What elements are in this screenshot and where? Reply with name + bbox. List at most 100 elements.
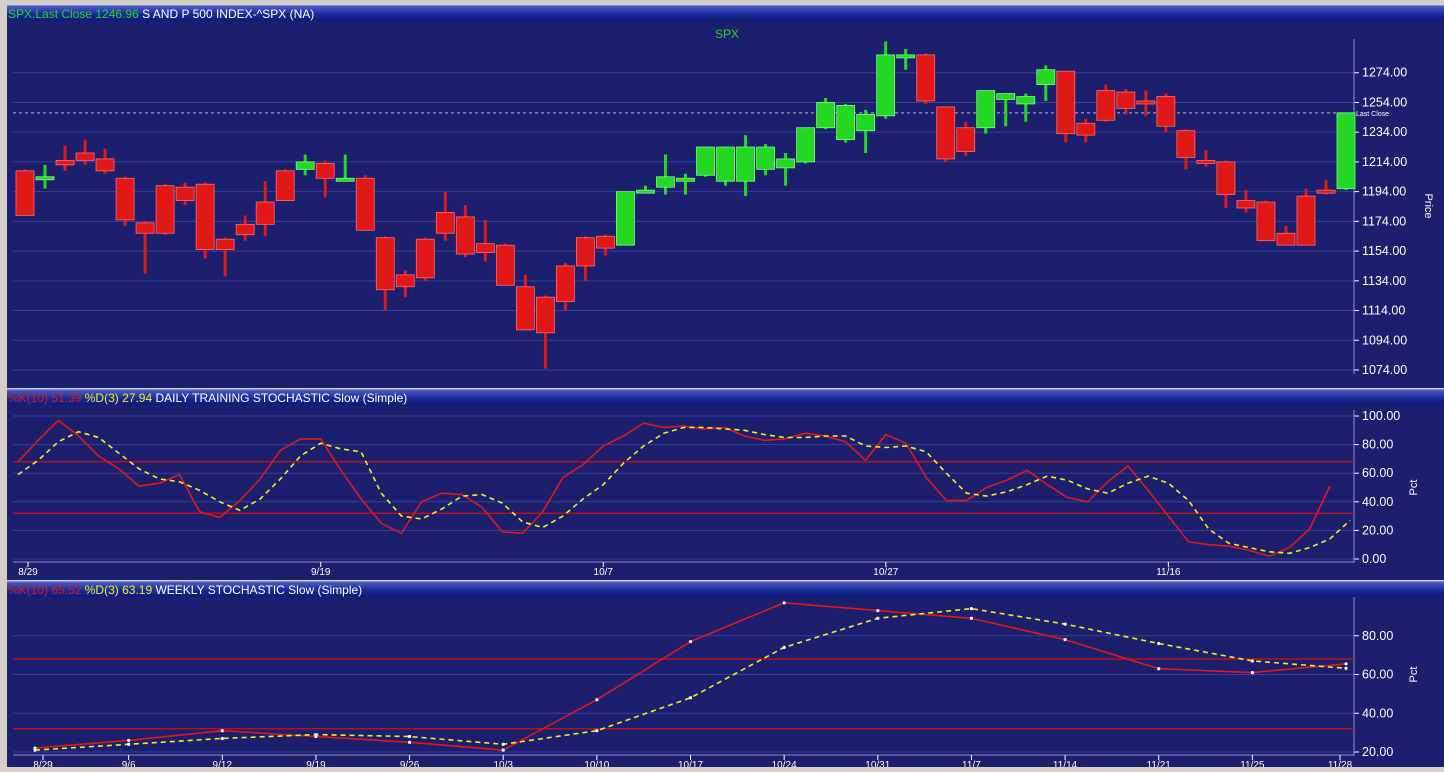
weekly-d-value: 63.19 [122, 583, 153, 597]
daily-stochastic-header: %K(10) 51.39 %D(3) 27.94 DAILY TRAINING … [7, 389, 1444, 406]
candle-body [315, 162, 335, 179]
daily-stochastic-chart[interactable]: 0.00 20.00 40.00 60.00 80.00 100.00 Pct 8/29 9/1… [7, 405, 1444, 580]
weekly-x-tick-label: 9/19 [306, 760, 326, 767]
weekly-x-tick-label: 8/29 [33, 760, 53, 767]
price-tick-label: 1174.00 [1362, 214, 1406, 228]
candle-body [956, 127, 976, 152]
daily-x-tick-label: 11/16 [1156, 567, 1181, 578]
last-close-value: 1246.96 [95, 7, 139, 21]
weekly-x-tick-label: 11/7 [962, 760, 981, 767]
candle-body [135, 222, 155, 234]
price-chart[interactable]: 1074.00 1094.00 1114.00 1134.00 1154.00 1174.… [7, 21, 1444, 388]
weekly-data-point [1063, 638, 1067, 642]
price-tick-label: 1254.00 [1362, 95, 1407, 109]
symbol-label: SPX.Last Close [8, 7, 93, 21]
candle-body [335, 177, 355, 182]
weekly-data-point [501, 748, 505, 752]
weekly-data-point [220, 729, 224, 733]
daily-tick-label: 80.00 [1362, 438, 1393, 452]
weekly-tick-label: 60.00 [1362, 668, 1393, 682]
daily-k-label: %K(10) [8, 391, 49, 405]
candle-body [656, 176, 675, 188]
price-tick-label: 1154.00 [1362, 244, 1406, 258]
price-axis-title: Price [1422, 193, 1434, 218]
candle-body [1336, 112, 1356, 190]
weekly-k-value: 65.52 [51, 583, 82, 597]
candle-body [936, 106, 956, 160]
candle-body [215, 238, 235, 251]
weekly-stochastic-pane[interactable]: 20.00 40.00 60.00 80.00 Pct 8/29 9/6 9/12 9/19 9/… [7, 591, 1444, 771]
daily-k-value: 51.39 [51, 391, 82, 405]
weekly-x-tick-label: 10/3 [493, 760, 513, 767]
candle-body [676, 177, 695, 182]
candle-body [195, 183, 215, 251]
weekly-data-point [595, 698, 599, 702]
weekly-data-point [876, 608, 880, 613]
candle-body [756, 146, 775, 170]
daily-stochastic-pane[interactable]: 0.00 20.00 40.00 60.00 80.00 100.00 Pct 8/29 9/1… [7, 405, 1444, 580]
candle-body [696, 146, 715, 176]
weekly-data-point [595, 729, 599, 733]
daily-x-tick-label: 8/29 [18, 567, 38, 578]
weekly-data-point [1157, 667, 1161, 671]
candle-body [1216, 161, 1236, 196]
candle-body [155, 185, 175, 234]
weekly-x-tick-label: 9/12 [213, 760, 233, 767]
candle-body [776, 158, 795, 169]
weekly-x-tick-label: 9/6 [122, 760, 136, 767]
weekly-stochastic-title: WEEKLY STOCHASTIC Slow (Simple) [155, 583, 363, 597]
weekly-k-label: %K(10) [8, 583, 49, 597]
candle-body [1156, 96, 1176, 127]
daily-d-line [17, 426, 1351, 555]
candle-body [836, 105, 856, 141]
candle-body [856, 113, 876, 132]
price-tick-label: 1074.00 [1362, 363, 1407, 377]
weekly-d-label: %D(3) [84, 583, 119, 597]
daily-stochastic-title: DAILY TRAINING STOCHASTIC Slow (Simple) [155, 391, 408, 405]
candle-body [876, 54, 896, 117]
daily-axis-title: Pct [1408, 480, 1420, 496]
candle-body [1176, 130, 1196, 158]
candle-body [535, 296, 555, 334]
candle-body [455, 216, 475, 255]
candle-body [415, 238, 435, 279]
candle-body [636, 189, 655, 194]
candle-body [996, 93, 1016, 100]
candle-body [596, 235, 615, 249]
candle-body [1256, 201, 1276, 242]
weekly-stochastic-chart[interactable]: 20.00 40.00 60.00 80.00 Pct 8/29 9/6 9/12 9/19 9/… [7, 591, 1444, 771]
weekly-data-point [688, 639, 693, 644]
daily-d-label: %D(3) [84, 391, 119, 405]
weekly-data-point [969, 616, 974, 620]
weekly-data-point [969, 607, 974, 611]
weekly-data-point [501, 742, 505, 746]
weekly-k-line [34, 601, 1347, 751]
candle-body [275, 170, 295, 201]
candle-body [576, 237, 595, 267]
candle-body [796, 127, 815, 163]
price-pane-header: SPX.Last Close 1246.96 S AND P 500 INDEX… [7, 5, 1444, 22]
weekly-tick-label: 20.00 [1362, 745, 1393, 759]
daily-tick-label: 60.00 [1362, 466, 1393, 480]
candle-body [175, 186, 195, 201]
price-tick-label: 1094.00 [1362, 333, 1407, 347]
weekly-x-tick-label: 10/31 [865, 760, 890, 767]
daily-d-value: 27.94 [122, 391, 153, 405]
daily-tick-label: 40.00 [1362, 495, 1393, 509]
weekly-x-tick-label: 11/28 [1328, 760, 1353, 767]
candle-body [716, 146, 735, 182]
weekly-tick-label: 80.00 [1362, 629, 1393, 643]
candle-body [1036, 69, 1056, 86]
weekly-data-point [1344, 666, 1348, 670]
daily-x-tick-label: 10/7 [594, 567, 614, 578]
daily-tick-label: 100.00 [1362, 409, 1400, 423]
weekly-data-point [876, 616, 880, 620]
candle-body [896, 54, 916, 59]
weekly-data-point [220, 736, 224, 741]
price-tick-label: 1134.00 [1362, 274, 1406, 288]
candle-body [515, 286, 535, 331]
weekly-stochastic-header: %K(10) 65.52 %D(3) 63.19 WEEKLY STOCHAST… [7, 581, 1444, 598]
candle-body [75, 152, 95, 161]
price-pane[interactable]: 1074.00 1094.00 1114.00 1134.00 1154.00 1174.… [7, 21, 1444, 388]
weekly-x-tick-label: 11/21 [1147, 760, 1172, 767]
